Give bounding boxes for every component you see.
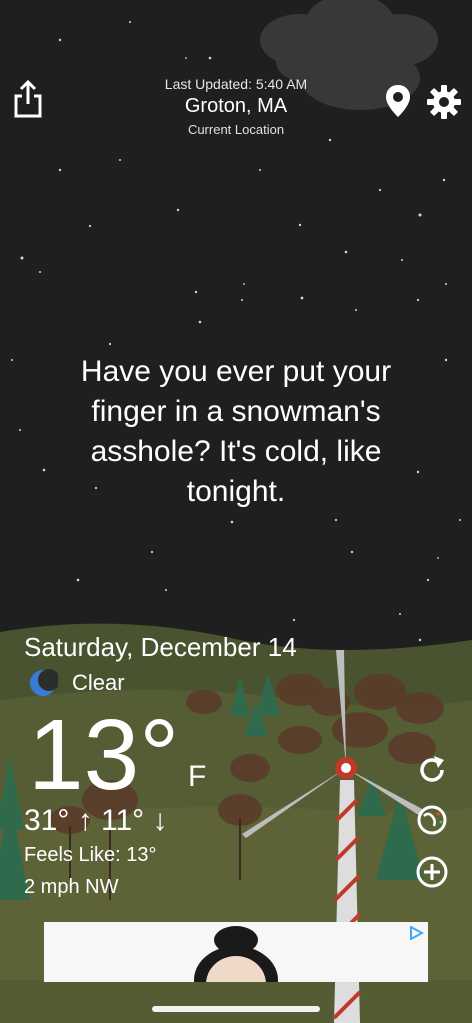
- adchoices-icon[interactable]: [408, 925, 425, 941]
- share-icon: [14, 79, 42, 118]
- current-temperature: 13°: [28, 699, 180, 811]
- high-low-temps: 31° ↑ 11° ↓: [24, 804, 168, 837]
- current-location-label: Current Location: [187, 122, 285, 137]
- add-location-button[interactable]: [414, 854, 450, 890]
- temperature-unit[interactable]: F: [188, 760, 206, 794]
- location-button[interactable]: [384, 84, 412, 118]
- city-name[interactable]: Groton, MA: [116, 95, 356, 118]
- weather-quote: Have you ever put your finger in a snowm…: [80, 355, 392, 508]
- plus-circle-icon: [416, 856, 448, 888]
- map-pin-icon: [386, 85, 410, 117]
- last-updated-label: Last Updated: 5:40 AM: [164, 76, 308, 92]
- theme-button[interactable]: [414, 802, 450, 838]
- forecast-date: Saturday, December 14: [24, 632, 297, 662]
- condition-label: Clear: [72, 670, 125, 695]
- location-header: Last Updated: 5:40 AM Groton, MA Current…: [116, 76, 356, 137]
- home-indicator[interactable]: [152, 1006, 320, 1012]
- ad-image: [44, 922, 428, 982]
- ad-banner[interactable]: [44, 922, 428, 982]
- wind-speed: 2 mph NW: [24, 876, 119, 898]
- refresh-button[interactable]: [414, 752, 450, 788]
- moon-icon: [28, 668, 60, 698]
- feels-like: Feels Like: 13°: [24, 844, 157, 866]
- globe-icon: [417, 805, 447, 835]
- gear-icon: [427, 85, 461, 119]
- refresh-icon: [420, 756, 444, 782]
- share-button[interactable]: [12, 79, 44, 120]
- settings-button[interactable]: [426, 84, 462, 120]
